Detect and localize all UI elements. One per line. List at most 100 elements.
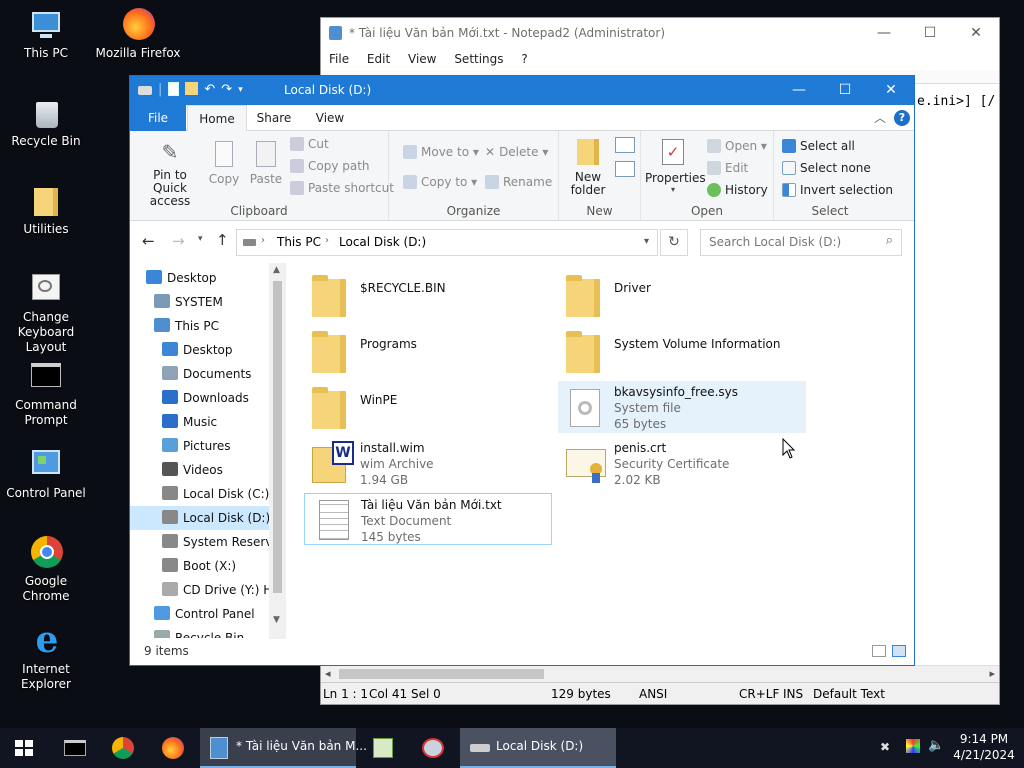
- properties-icon[interactable]: [168, 82, 180, 96]
- file-item[interactable]: WinPE: [304, 381, 552, 433]
- menu-file[interactable]: File: [329, 52, 349, 66]
- menu-help[interactable]: ?: [521, 52, 527, 66]
- refresh-button[interactable]: ↻: [660, 229, 688, 256]
- select-all-button[interactable]: Select all: [782, 139, 855, 153]
- nav-item[interactable]: Control Panel: [154, 602, 255, 626]
- nav-item[interactable]: Music: [162, 410, 217, 434]
- minimize-button[interactable]: —: [776, 76, 822, 105]
- display-icon[interactable]: [906, 739, 920, 753]
- scroll-left-icon[interactable]: ◂: [325, 667, 331, 680]
- pin-to-quick-access-button[interactable]: ✎ Pin to Quick access: [138, 141, 202, 208]
- nav-item[interactable]: Boot (X:): [162, 554, 236, 578]
- history-button[interactable]: History: [707, 183, 768, 197]
- scroll-thumb[interactable]: [339, 669, 544, 679]
- nav-item[interactable]: System Reserve: [162, 530, 280, 554]
- new-folder-button[interactable]: New folder: [565, 139, 611, 197]
- breadcrumb-this-pc[interactable]: This PC: [277, 235, 321, 249]
- menu-edit[interactable]: Edit: [367, 52, 390, 66]
- breadcrumb-local-disk-d[interactable]: Local Disk (D:): [339, 235, 426, 249]
- invert-selection-button[interactable]: Invert selection: [782, 183, 893, 197]
- new-item-icon[interactable]: [615, 137, 635, 153]
- file-item[interactable]: penis.crt Security Certificate 2.02 KB: [558, 437, 806, 489]
- paste-button[interactable]: Paste: [248, 141, 284, 186]
- tab-share[interactable]: Share: [250, 105, 298, 131]
- select-none-button[interactable]: Select none: [782, 161, 871, 175]
- rename-button[interactable]: Rename: [485, 175, 552, 189]
- scroll-thumb[interactable]: [273, 281, 282, 593]
- network-icon[interactable]: ✖: [880, 740, 890, 754]
- properties-button[interactable]: ✓ Properties ▾: [645, 139, 706, 194]
- file-item-selected[interactable]: Tài liệu Văn bản Mới.txt Text Document 1…: [304, 493, 552, 545]
- copy-path-button[interactable]: Copy path: [290, 159, 370, 173]
- close-button[interactable]: ✕: [953, 18, 999, 48]
- address-bar[interactable]: › This PC › Local Disk (D:) ▾: [236, 229, 658, 256]
- recent-locations-button[interactable]: ▾: [198, 234, 203, 244]
- notepad-text[interactable]: e.ini>] [/: [917, 94, 995, 109]
- edit-button[interactable]: Edit: [707, 161, 748, 175]
- search-box[interactable]: Search Local Disk (D:) ⌕: [700, 229, 902, 256]
- taskbar-explorer[interactable]: Local Disk (D:): [460, 728, 616, 768]
- up-button[interactable]: ↑: [216, 231, 229, 249]
- file-item[interactable]: Driver: [558, 269, 806, 321]
- desktop-icon-chrome[interactable]: Google Chrome: [0, 536, 92, 604]
- search-input[interactable]: Search Local Disk (D:): [709, 235, 841, 249]
- nav-item[interactable]: This PC: [154, 314, 219, 338]
- large-icons-view-icon[interactable]: [892, 645, 906, 657]
- redo-icon[interactable]: ↷: [221, 82, 232, 97]
- file-item[interactable]: W install.wim wim Archive 1.94 GB: [304, 437, 552, 489]
- nav-item[interactable]: Documents: [162, 362, 251, 386]
- back-button[interactable]: ←: [142, 232, 155, 250]
- forward-button[interactable]: →: [172, 232, 185, 250]
- desktop-icon-recycle-bin[interactable]: Recycle Bin: [0, 96, 92, 149]
- copy-to-button[interactable]: Copy to ▾: [403, 175, 477, 189]
- nav-item[interactable]: Videos: [162, 458, 223, 482]
- desktop-icon-control-panel[interactable]: Control Panel: [0, 448, 92, 501]
- file-item[interactable]: System Volume Information: [558, 325, 806, 377]
- file-item[interactable]: $RECYCLE.BIN: [304, 269, 552, 321]
- maximize-button[interactable]: ☐: [822, 76, 868, 105]
- maximize-button[interactable]: ☐: [907, 18, 953, 48]
- menu-view[interactable]: View: [408, 52, 436, 66]
- nav-item[interactable]: SYSTEM: [154, 290, 223, 314]
- close-button[interactable]: ✕: [868, 76, 914, 105]
- taskbar-chrome[interactable]: [100, 728, 146, 768]
- desktop-icon-utilities[interactable]: Utilities: [0, 184, 92, 237]
- delete-button[interactable]: ✕ Delete ▾: [485, 145, 548, 159]
- new-folder-icon[interactable]: [185, 82, 199, 95]
- scroll-right-icon[interactable]: ▸: [989, 667, 995, 680]
- desktop-icon-command-prompt[interactable]: Command Prompt: [0, 360, 92, 428]
- nav-item[interactable]: CD Drive (Y:) H: [162, 578, 272, 602]
- minimize-button[interactable]: —: [861, 18, 907, 48]
- taskbar-command-prompt[interactable]: [52, 728, 98, 768]
- nav-item[interactable]: Local Disk (C:): [162, 482, 269, 506]
- nav-item[interactable]: Downloads: [162, 386, 249, 410]
- taskbar-tool[interactable]: [410, 728, 456, 768]
- file-item-hovered[interactable]: bkavsysinfo_free.sys System file 65 byte…: [558, 381, 806, 433]
- file-item[interactable]: Programs: [304, 325, 552, 377]
- easy-access-icon[interactable]: [615, 161, 635, 177]
- undo-icon[interactable]: ↶: [204, 82, 215, 97]
- notepad-titlebar[interactable]: * Tài liệu Văn bản Mới.txt - Notepad2 (A…: [321, 18, 999, 48]
- desktop-icon-keyboard-layout[interactable]: Change Keyboard Layout: [0, 272, 92, 355]
- open-button[interactable]: Open ▾: [707, 139, 767, 153]
- clock[interactable]: 9:14 PM 4/21/2024: [952, 731, 1016, 763]
- paste-shortcut-button[interactable]: Paste shortcut: [290, 181, 394, 195]
- chevron-down-icon[interactable]: ▾: [238, 85, 243, 97]
- nav-item[interactable]: Local Disk (D:): [130, 506, 270, 530]
- scroll-down-icon[interactable]: ▼: [273, 615, 280, 625]
- details-view-icon[interactable]: [872, 645, 886, 657]
- tab-view[interactable]: View: [306, 105, 354, 131]
- menu-settings[interactable]: Settings: [454, 52, 503, 66]
- tab-file[interactable]: File: [130, 105, 186, 131]
- explorer-window[interactable]: | ↶ ↷ ▾ Local Disk (D:) — ☐ ✕ File Home …: [129, 75, 915, 666]
- desktop-icon-this-pc[interactable]: This PC: [0, 8, 92, 61]
- move-to-button[interactable]: Move to ▾: [403, 145, 479, 159]
- desktop-icon-internet-explorer[interactable]: e Internet Explorer: [0, 622, 92, 692]
- nav-item[interactable]: Desktop: [162, 338, 233, 362]
- nav-scrollbar[interactable]: ▲ ▼: [269, 263, 286, 639]
- chevron-up-icon[interactable]: ︿: [874, 109, 886, 126]
- desktop-icon-firefox[interactable]: Mozilla Firefox: [92, 8, 184, 61]
- volume-muted-icon[interactable]: 🔈: [928, 738, 944, 753]
- taskbar-notepad2-app[interactable]: [360, 728, 406, 768]
- explorer-titlebar[interactable]: | ↶ ↷ ▾ Local Disk (D:) — ☐ ✕: [130, 76, 914, 105]
